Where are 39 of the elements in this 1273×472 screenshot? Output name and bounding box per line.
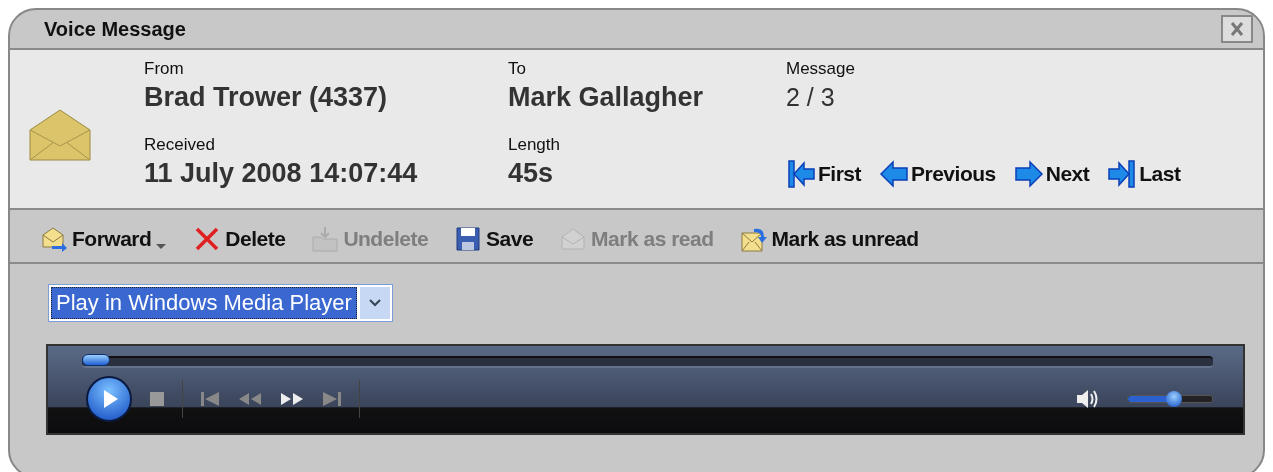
first-button[interactable]: First — [786, 159, 861, 189]
right-arrow-icon — [1013, 159, 1044, 189]
player-select[interactable]: Play in Windows Media Player — [48, 284, 393, 322]
field-value: Brad Trower (4337) — [144, 81, 389, 114]
seek-thumb[interactable] — [82, 354, 110, 366]
save-button[interactable]: Save — [454, 225, 534, 253]
stop-icon[interactable] — [148, 390, 166, 408]
field-value: Mark Gallagher — [508, 81, 705, 114]
chevron-down-icon — [367, 298, 382, 308]
delete-button[interactable]: Delete — [193, 225, 286, 253]
folder-arrow-icon — [311, 225, 340, 253]
last-button[interactable]: Last — [1107, 159, 1181, 189]
field-value: 2 / 3 — [786, 82, 836, 113]
volume-thumb[interactable] — [1166, 391, 1183, 407]
close-button[interactable] — [1221, 15, 1253, 43]
field-label: Received — [144, 134, 216, 156]
previous-track-icon[interactable] — [199, 391, 221, 407]
fast-forward-icon[interactable] — [279, 391, 305, 407]
envelope-arrow-icon — [40, 225, 68, 253]
unread-button[interactable]: Mark as unread — [739, 225, 919, 253]
field-label: Length — [508, 134, 561, 156]
next-button[interactable]: Next — [1013, 159, 1090, 189]
first-arrow-icon — [786, 159, 816, 189]
previous-button[interactable]: Previous — [879, 159, 996, 189]
caret-icon[interactable] — [155, 241, 168, 251]
field-value: 11 July 2008 14:07:44 — [144, 157, 419, 190]
field-value: 45s — [508, 157, 555, 190]
seek-bar[interactable] — [82, 356, 1213, 368]
rewind-icon[interactable] — [237, 391, 263, 407]
field-label: To — [508, 58, 527, 80]
envelope-icon — [28, 108, 92, 162]
field-label: Message — [786, 58, 856, 80]
next-track-icon[interactable] — [321, 391, 343, 407]
forward-button[interactable]: Forward — [40, 225, 168, 253]
play-button[interactable] — [86, 376, 132, 422]
left-arrow-icon — [879, 159, 909, 189]
field-label: From — [144, 58, 185, 80]
last-arrow-icon — [1107, 159, 1138, 189]
window-title: Voice Message — [44, 17, 186, 41]
